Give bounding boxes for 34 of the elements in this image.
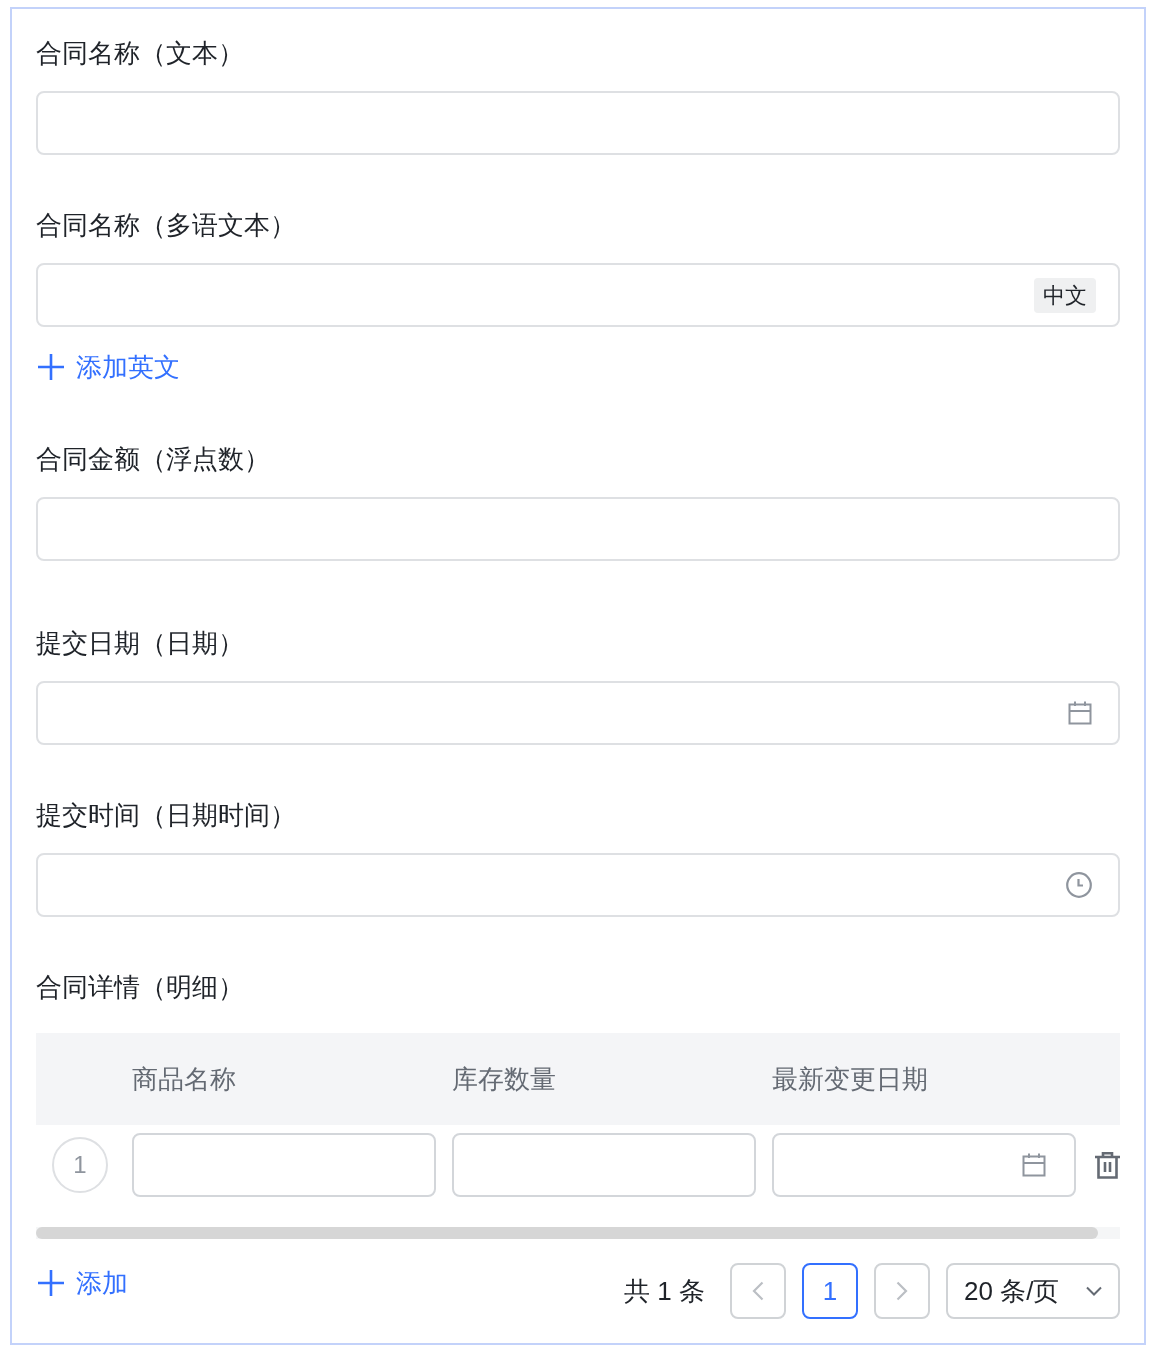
chevron-right-icon [896,1281,908,1301]
date-picker[interactable] [772,1133,1076,1197]
text-input[interactable] [132,1133,436,1197]
field-label: 合同名称（文本） [36,37,244,70]
calendar-icon [1022,1153,1046,1177]
row-number: 1 [52,1137,108,1193]
text-input[interactable]: 中文 [36,263,1120,327]
chevron-down-icon [1086,1286,1102,1296]
plus-icon [38,354,64,380]
calendar-icon [1068,701,1092,725]
trash-icon [1095,1151,1120,1179]
column-header: 库存数量 [452,1063,556,1096]
column-header: 最新变更日期 [772,1063,928,1096]
field-label: 合同金额（浮点数） [36,443,270,476]
number-input[interactable] [452,1133,756,1197]
datetime-picker[interactable] [36,853,1120,917]
chevron-left-icon [752,1281,764,1301]
page-button[interactable]: 1 [802,1263,858,1319]
add-language-link[interactable]: 添加英文 [38,347,180,387]
clock-icon [1066,872,1092,898]
text-input[interactable] [36,91,1120,155]
field-label: 合同详情（明细） [36,971,244,1004]
number-input[interactable] [36,497,1120,561]
field-label: 合同名称（多语文本） [36,209,296,242]
total-count: 共 1 条 [624,1274,705,1308]
language-tag: 中文 [1034,277,1096,313]
date-picker[interactable] [36,681,1120,745]
field-label: 提交时间（日期时间） [36,799,296,832]
add-row-button[interactable]: 添加 [38,1263,128,1303]
column-header: 商品名称 [132,1063,236,1096]
delete-button[interactable] [1095,1151,1120,1179]
page-size-select[interactable]: 20 条/页 [946,1263,1120,1319]
field-label: 提交日期（日期） [36,627,244,660]
plus-icon [38,1270,64,1296]
